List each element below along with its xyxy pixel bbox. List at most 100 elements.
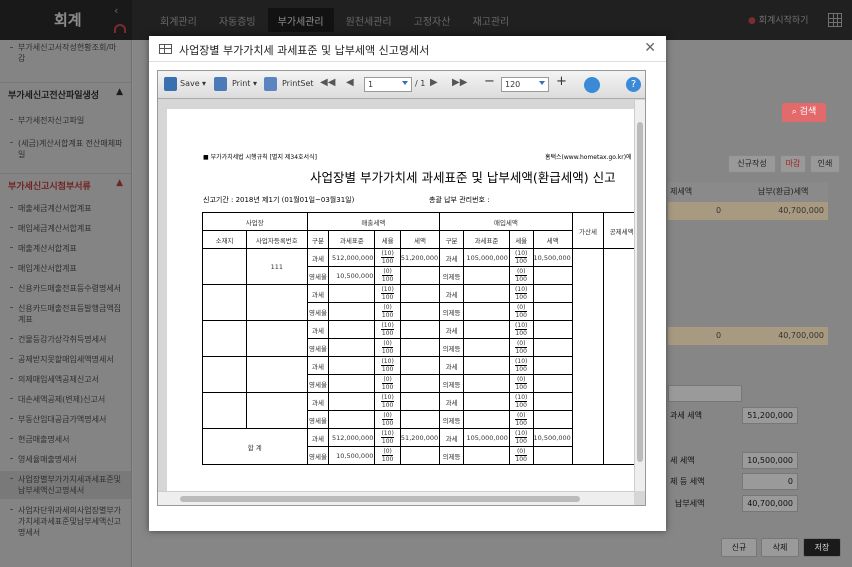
amount-cell: 512,000,000 — [328, 248, 376, 267]
period-label: 신고기간 : 2018년 제1기 (01월01일~03월31일) — [203, 196, 355, 204]
rate-denominator: 100 — [515, 455, 527, 463]
search-button[interactable]: ⌕ 검색 — [782, 103, 826, 122]
zoom-out-icon[interactable]: − — [484, 74, 495, 89]
rate-numerator: (10) — [381, 322, 394, 329]
table-cell — [571, 248, 605, 465]
table-row[interactable]: 0 40,700,000 — [668, 327, 828, 345]
rate-numerator: (10) — [381, 394, 394, 401]
horizontal-scrollbar[interactable] — [158, 491, 634, 505]
save-dropdown-icon[interactable]: ▾ — [202, 79, 206, 88]
zoom-in-icon[interactable]: + — [556, 74, 567, 89]
amount-cell — [462, 392, 510, 411]
row-type: 영세율 — [306, 446, 330, 465]
close-period-button[interactable]: 마감 — [780, 155, 806, 173]
rate-numerator: (0) — [383, 268, 392, 275]
header-cell: 가산세 — [571, 212, 605, 249]
print-icon[interactable] — [214, 77, 227, 91]
taxable-tax-field[interactable]: 51,200,000 — [742, 407, 798, 424]
rate-numerator: (10) — [515, 358, 528, 365]
amount-cell — [532, 392, 573, 411]
rate-denominator: 100 — [381, 365, 394, 373]
viewer-toolbar: Save ▾ Print ▾ PrintSet ◀◀ ◀ 1 / 1 ▶ ▶▶ … — [158, 71, 645, 99]
printset-icon[interactable] — [264, 77, 277, 91]
table-cell: (10) 100 — [374, 284, 401, 303]
search-icon: ⌕ — [791, 107, 797, 117]
save-button[interactable]: 저장 — [803, 538, 841, 557]
rate-numerator: (0) — [516, 448, 526, 455]
rate-denominator: 100 — [381, 293, 394, 301]
table-row: 과세 (10) 100 과세 (10) 100 — [201, 320, 635, 357]
next-page-icon[interactable]: ▶ — [430, 77, 438, 88]
rate-denominator: 100 — [381, 419, 394, 427]
header-cell: 과세표준 — [462, 230, 510, 249]
rate-fraction: (0) 100 — [515, 268, 527, 283]
save-icon[interactable] — [164, 77, 177, 91]
payable-tax-field[interactable]: 40,700,000 — [742, 495, 798, 512]
header-cell: 세액 — [399, 230, 441, 249]
blank-field[interactable] — [668, 385, 742, 402]
refresh-icon[interactable] — [584, 77, 600, 93]
first-page-icon[interactable]: ◀◀ — [320, 77, 335, 88]
amount-cell — [399, 320, 441, 339]
row-type: 의제등 — [439, 446, 464, 465]
scroll-thumb[interactable] — [180, 496, 580, 502]
rate-numerator: (10) — [515, 394, 528, 401]
reg-no-cell — [246, 320, 308, 357]
table-cell: (0) 100 — [508, 446, 534, 465]
new-button[interactable]: 신규 — [721, 538, 757, 557]
page-total: / 1 — [415, 79, 426, 88]
rate-denominator: 100 — [515, 257, 528, 265]
delete-button[interactable]: 삭제 — [761, 538, 799, 557]
table-cell — [532, 338, 573, 357]
rate-denominator: 100 — [381, 455, 394, 463]
rate-denominator: 100 — [381, 401, 394, 409]
rate-denominator: 100 — [515, 419, 527, 427]
rate-numerator: (10) — [515, 286, 528, 293]
reg-no-cell — [246, 284, 308, 321]
table-cell — [201, 356, 248, 393]
vertical-scrollbar[interactable] — [634, 100, 645, 491]
print-button[interactable]: Print — [232, 79, 250, 88]
print-dropdown-icon[interactable]: ▾ — [253, 79, 257, 88]
close-icon[interactable]: ✕ — [644, 40, 656, 56]
table-cell — [201, 284, 248, 321]
rate-numerator: (0) — [383, 412, 392, 419]
scroll-thumb[interactable] — [637, 122, 643, 462]
document-area[interactable]: ■ 부가가치세법 시행규칙 [별지 제34호서식] 홈택스(www.hometa… — [158, 100, 634, 491]
table-cell — [399, 266, 441, 285]
table-row[interactable]: 0 40,700,000 — [668, 202, 828, 220]
rate-numerator: (0) — [383, 340, 392, 347]
amount-cell: 51,200,000 — [399, 248, 441, 267]
new-report-button[interactable]: 신규작성 — [728, 155, 776, 173]
header-cell: 소재지 — [201, 230, 248, 249]
table-cell — [201, 320, 248, 357]
header-cell: 구분 — [306, 230, 330, 249]
row-type: 과세 — [306, 428, 330, 447]
rate-denominator: 100 — [381, 275, 394, 283]
rate-denominator: 100 — [515, 347, 527, 355]
save-button[interactable]: Save — [180, 79, 200, 88]
table-cell: (0) 100 — [374, 410, 401, 429]
amount-cell — [328, 374, 376, 393]
zoom-select[interactable]: 120 — [501, 77, 549, 92]
table-row: 111 과세 512,000,000 (10) 100 51,200,000 과세 105,0… — [201, 248, 634, 465]
rate-denominator: 100 — [381, 383, 394, 391]
tax-field[interactable]: 10,500,000 — [742, 452, 798, 469]
deduction-tax-field[interactable]: 0 — [742, 473, 798, 490]
page-input[interactable]: 1 — [364, 77, 412, 92]
table-cell: (0) 100 — [508, 266, 534, 285]
amount-cell — [532, 284, 573, 303]
last-page-icon[interactable]: ▶▶ — [452, 77, 467, 88]
row-type: 의제등 — [439, 338, 464, 357]
rate-fraction: (10) 100 — [515, 322, 528, 337]
rate-fraction: (10) 100 — [381, 286, 394, 301]
table-cell — [399, 446, 441, 465]
header-cell: 세율 — [374, 230, 401, 249]
help-icon[interactable]: ? — [626, 77, 641, 92]
printset-button[interactable]: PrintSet — [282, 79, 314, 88]
row-type: 과세 — [306, 356, 330, 375]
rate-numerator: (0) — [516, 376, 526, 383]
print-button[interactable]: 인쇄 — [810, 155, 840, 173]
amount-cell: 105,000,000 — [462, 248, 510, 267]
prev-page-icon[interactable]: ◀ — [346, 77, 354, 88]
